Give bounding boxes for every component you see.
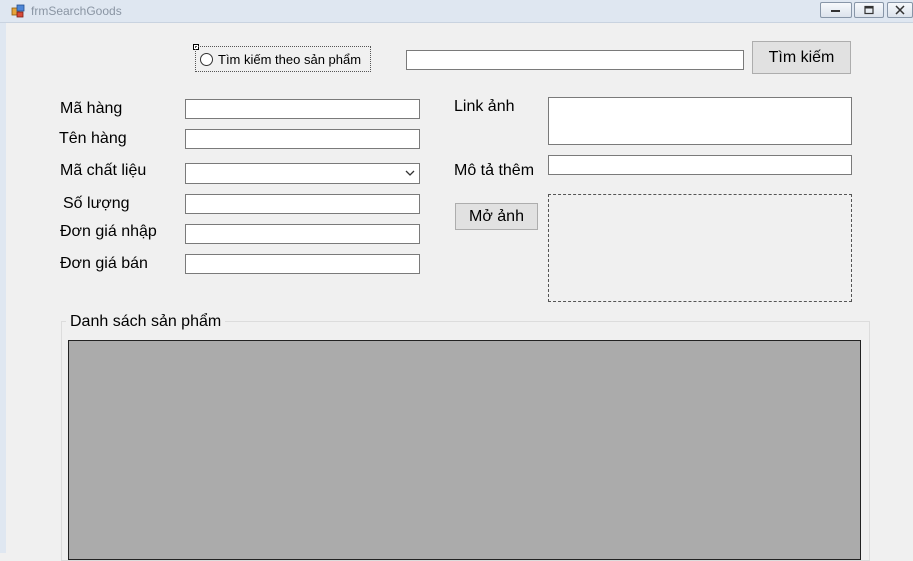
ma-hang-input[interactable] — [185, 99, 420, 119]
don-gia-ban-label: Đơn giá bán — [60, 255, 148, 272]
product-list-title: Danh sách sản phẩm — [66, 313, 226, 331]
link-anh-label: Link ảnh — [454, 98, 515, 115]
minimize-icon — [831, 10, 840, 12]
app-form-icon — [11, 4, 25, 18]
product-image-picturebox — [548, 194, 852, 302]
window-border — [0, 23, 6, 553]
search-by-product-label: Tìm kiếm theo sản phẩm — [218, 52, 362, 67]
so-luong-input[interactable] — [185, 194, 420, 214]
product-datagrid[interactable] — [68, 340, 861, 560]
search-by-product-radio[interactable]: Tìm kiếm theo sản phẩm — [195, 46, 371, 72]
window-titlebar: frmSearchGoods — [0, 0, 913, 23]
ma-chat-lieu-label: Mã chất liệu — [60, 162, 147, 179]
minimize-button[interactable] — [820, 2, 852, 18]
ten-hang-label: Tên hàng — [59, 130, 127, 147]
search-button[interactable]: Tìm kiếm — [752, 41, 851, 74]
ma-hang-label: Mã hàng — [60, 100, 123, 117]
close-icon — [895, 5, 905, 15]
don-gia-ban-input[interactable] — [185, 254, 420, 274]
open-image-button[interactable]: Mở ảnh — [455, 203, 538, 230]
mo-ta-them-input[interactable] — [548, 155, 852, 175]
ten-hang-input[interactable] — [185, 129, 420, 149]
don-gia-nhap-label: Đơn giá nhập — [60, 223, 157, 240]
ma-chat-lieu-combobox[interactable] — [185, 163, 420, 184]
maximize-button[interactable] — [854, 2, 884, 18]
link-anh-textarea[interactable] — [548, 97, 852, 145]
close-button[interactable] — [887, 2, 913, 18]
window-title: frmSearchGoods — [31, 4, 122, 18]
search-input[interactable] — [406, 50, 744, 70]
don-gia-nhap-input[interactable] — [185, 224, 420, 244]
chevron-down-icon[interactable] — [405, 169, 415, 177]
mo-ta-them-label: Mô tả thêm — [454, 162, 535, 179]
restore-icon — [864, 5, 874, 15]
radio-circle-icon[interactable] — [200, 53, 213, 66]
so-luong-label: Số lượng — [63, 195, 130, 212]
